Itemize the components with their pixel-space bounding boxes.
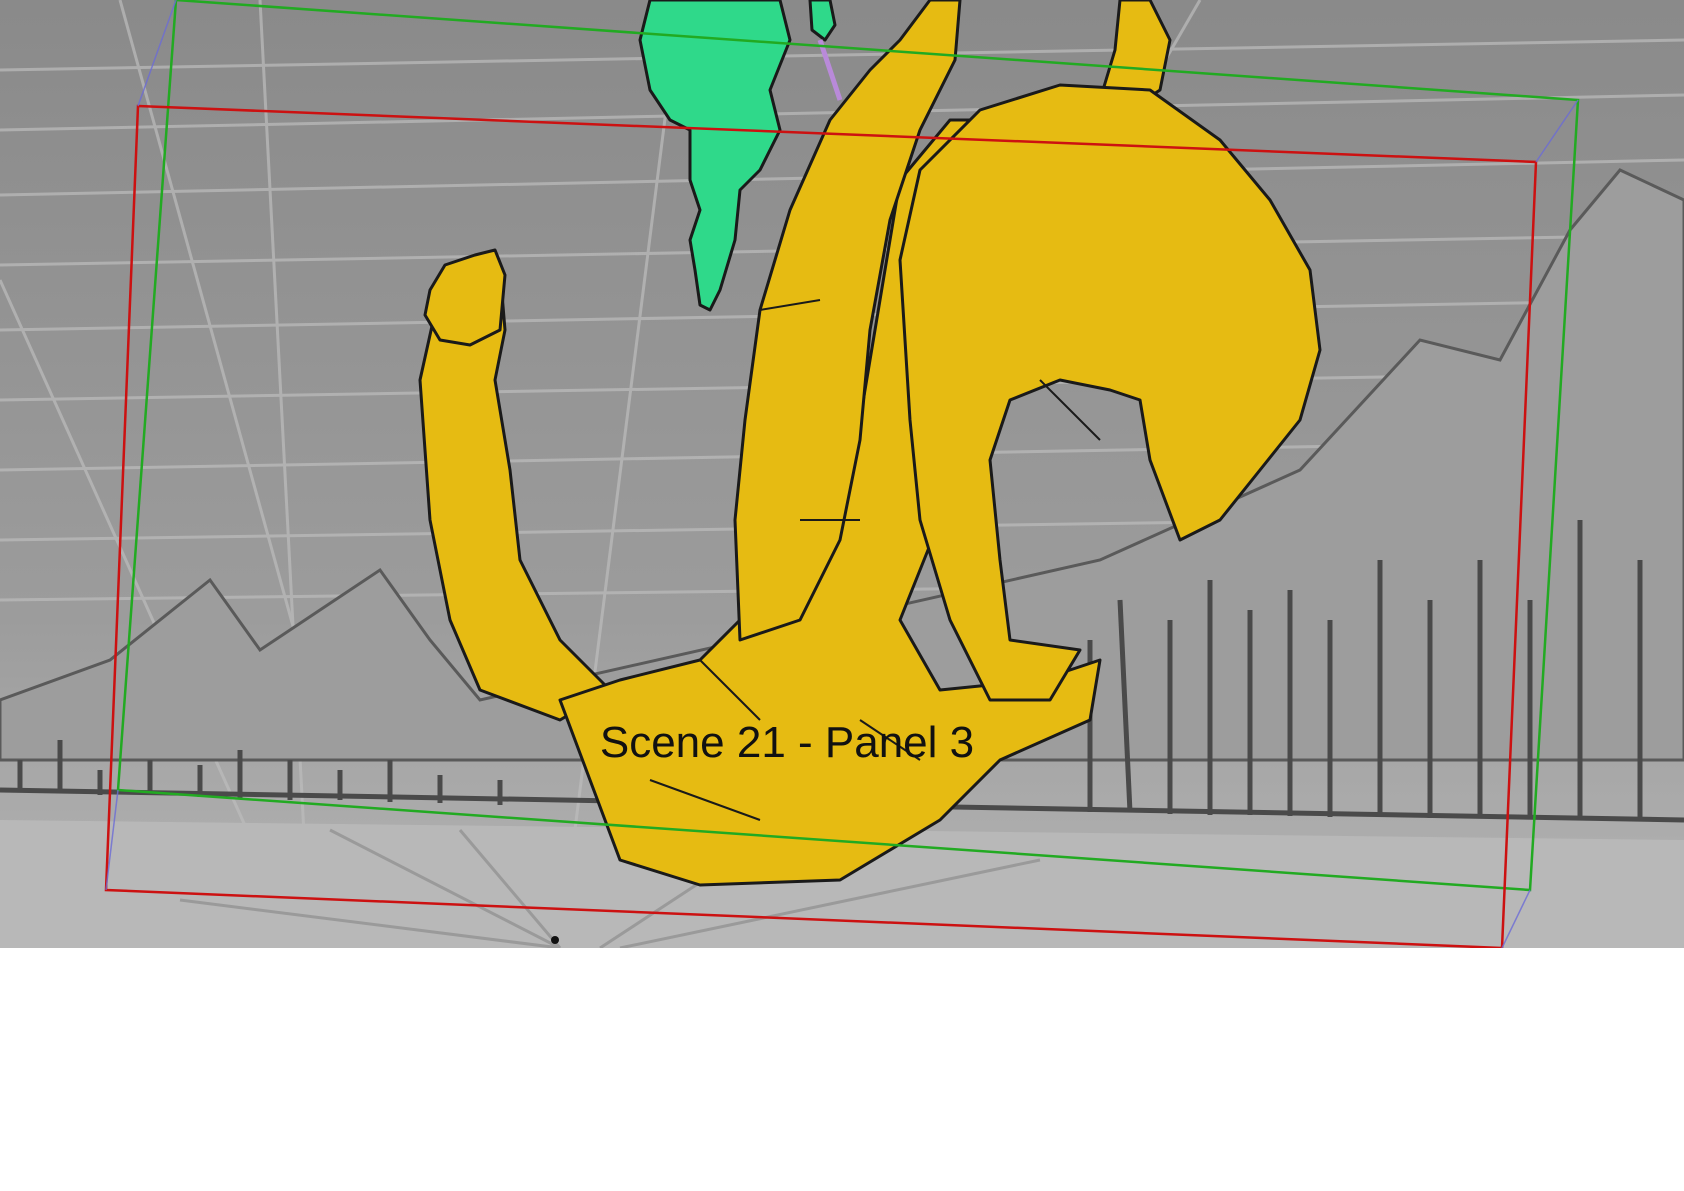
pivot-dot bbox=[551, 936, 559, 944]
storyboard-panel: Scene 21 - Panel 3 bbox=[0, 0, 1684, 948]
page-blank-area bbox=[0, 948, 1684, 1191]
panel-artwork bbox=[0, 0, 1684, 948]
